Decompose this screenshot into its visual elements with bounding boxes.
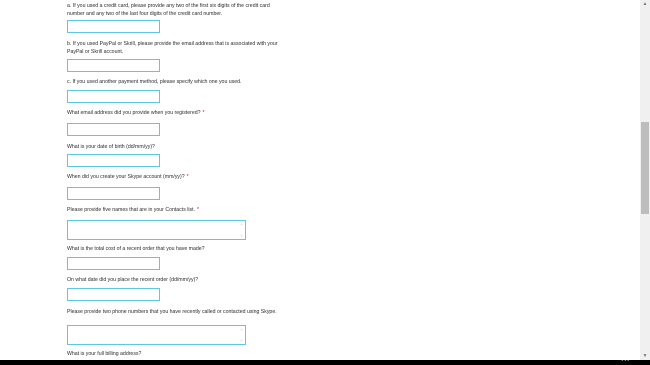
card-digits-input[interactable] <box>67 20 160 33</box>
window-scrollbar[interactable]: ▲ ▼ <box>640 0 650 360</box>
required-marker: * <box>202 110 205 116</box>
other-payment-input[interactable] <box>67 90 160 103</box>
chevron-up-icon[interactable]: ˄ <box>240 327 242 332</box>
question-order-cost: What is the total cost of a recent order… <box>67 246 205 252</box>
chevron-down-icon[interactable]: ˅ <box>240 338 242 343</box>
scroll-up-icon[interactable]: ▲ <box>640 0 650 8</box>
question-billing-address: What is your full billing address? <box>67 351 142 357</box>
question-account-created: When did you create your Skype account (… <box>67 174 189 180</box>
registration-email-input[interactable] <box>67 123 160 136</box>
question-card-digits: a. If you used a credit card, please pro… <box>67 3 270 17</box>
form-content: a. If you used a credit card, please pro… <box>0 0 640 360</box>
order-date-input[interactable] <box>67 288 160 301</box>
chevron-up-icon[interactable]: ˄ <box>240 222 242 227</box>
phone-numbers-textarea[interactable]: ˄ ˅ <box>67 325 246 345</box>
contacts-textarea[interactable]: ˄ ˅ <box>67 220 246 240</box>
more-options-icon[interactable]: ••• <box>621 357 630 364</box>
question-other-payment: c. If you used another payment method, p… <box>67 79 242 85</box>
order-cost-input[interactable] <box>67 257 160 270</box>
required-marker: * <box>186 174 189 180</box>
question-contacts: Please provide five names that are in yo… <box>67 207 200 213</box>
scrollbar-thumb[interactable] <box>641 122 649 214</box>
account-created-input[interactable] <box>67 187 160 200</box>
chevron-down-icon[interactable]: ˅ <box>240 233 242 238</box>
taskbar: ••• <box>0 357 650 365</box>
textarea-scroll-arrows[interactable]: ˄ ˅ <box>239 327 244 343</box>
question-phone-numbers: Please provide two phone numbers that yo… <box>67 309 277 315</box>
question-order-date: On what date did you place the recent or… <box>67 277 199 283</box>
date-of-birth-input[interactable] <box>67 154 160 167</box>
scroll-down-icon[interactable]: ▼ <box>640 352 650 360</box>
required-marker: * <box>197 207 200 213</box>
paypal-email-input[interactable] <box>67 59 160 72</box>
question-date-of-birth: What is your date of birth (dd/mm/yy)? <box>67 144 155 150</box>
question-registration-email: What email address did you provide when … <box>67 110 205 116</box>
question-paypal-email: b. If you used PayPal or Skrill, please … <box>67 41 278 55</box>
textarea-scroll-arrows[interactable]: ˄ ˅ <box>239 222 244 238</box>
